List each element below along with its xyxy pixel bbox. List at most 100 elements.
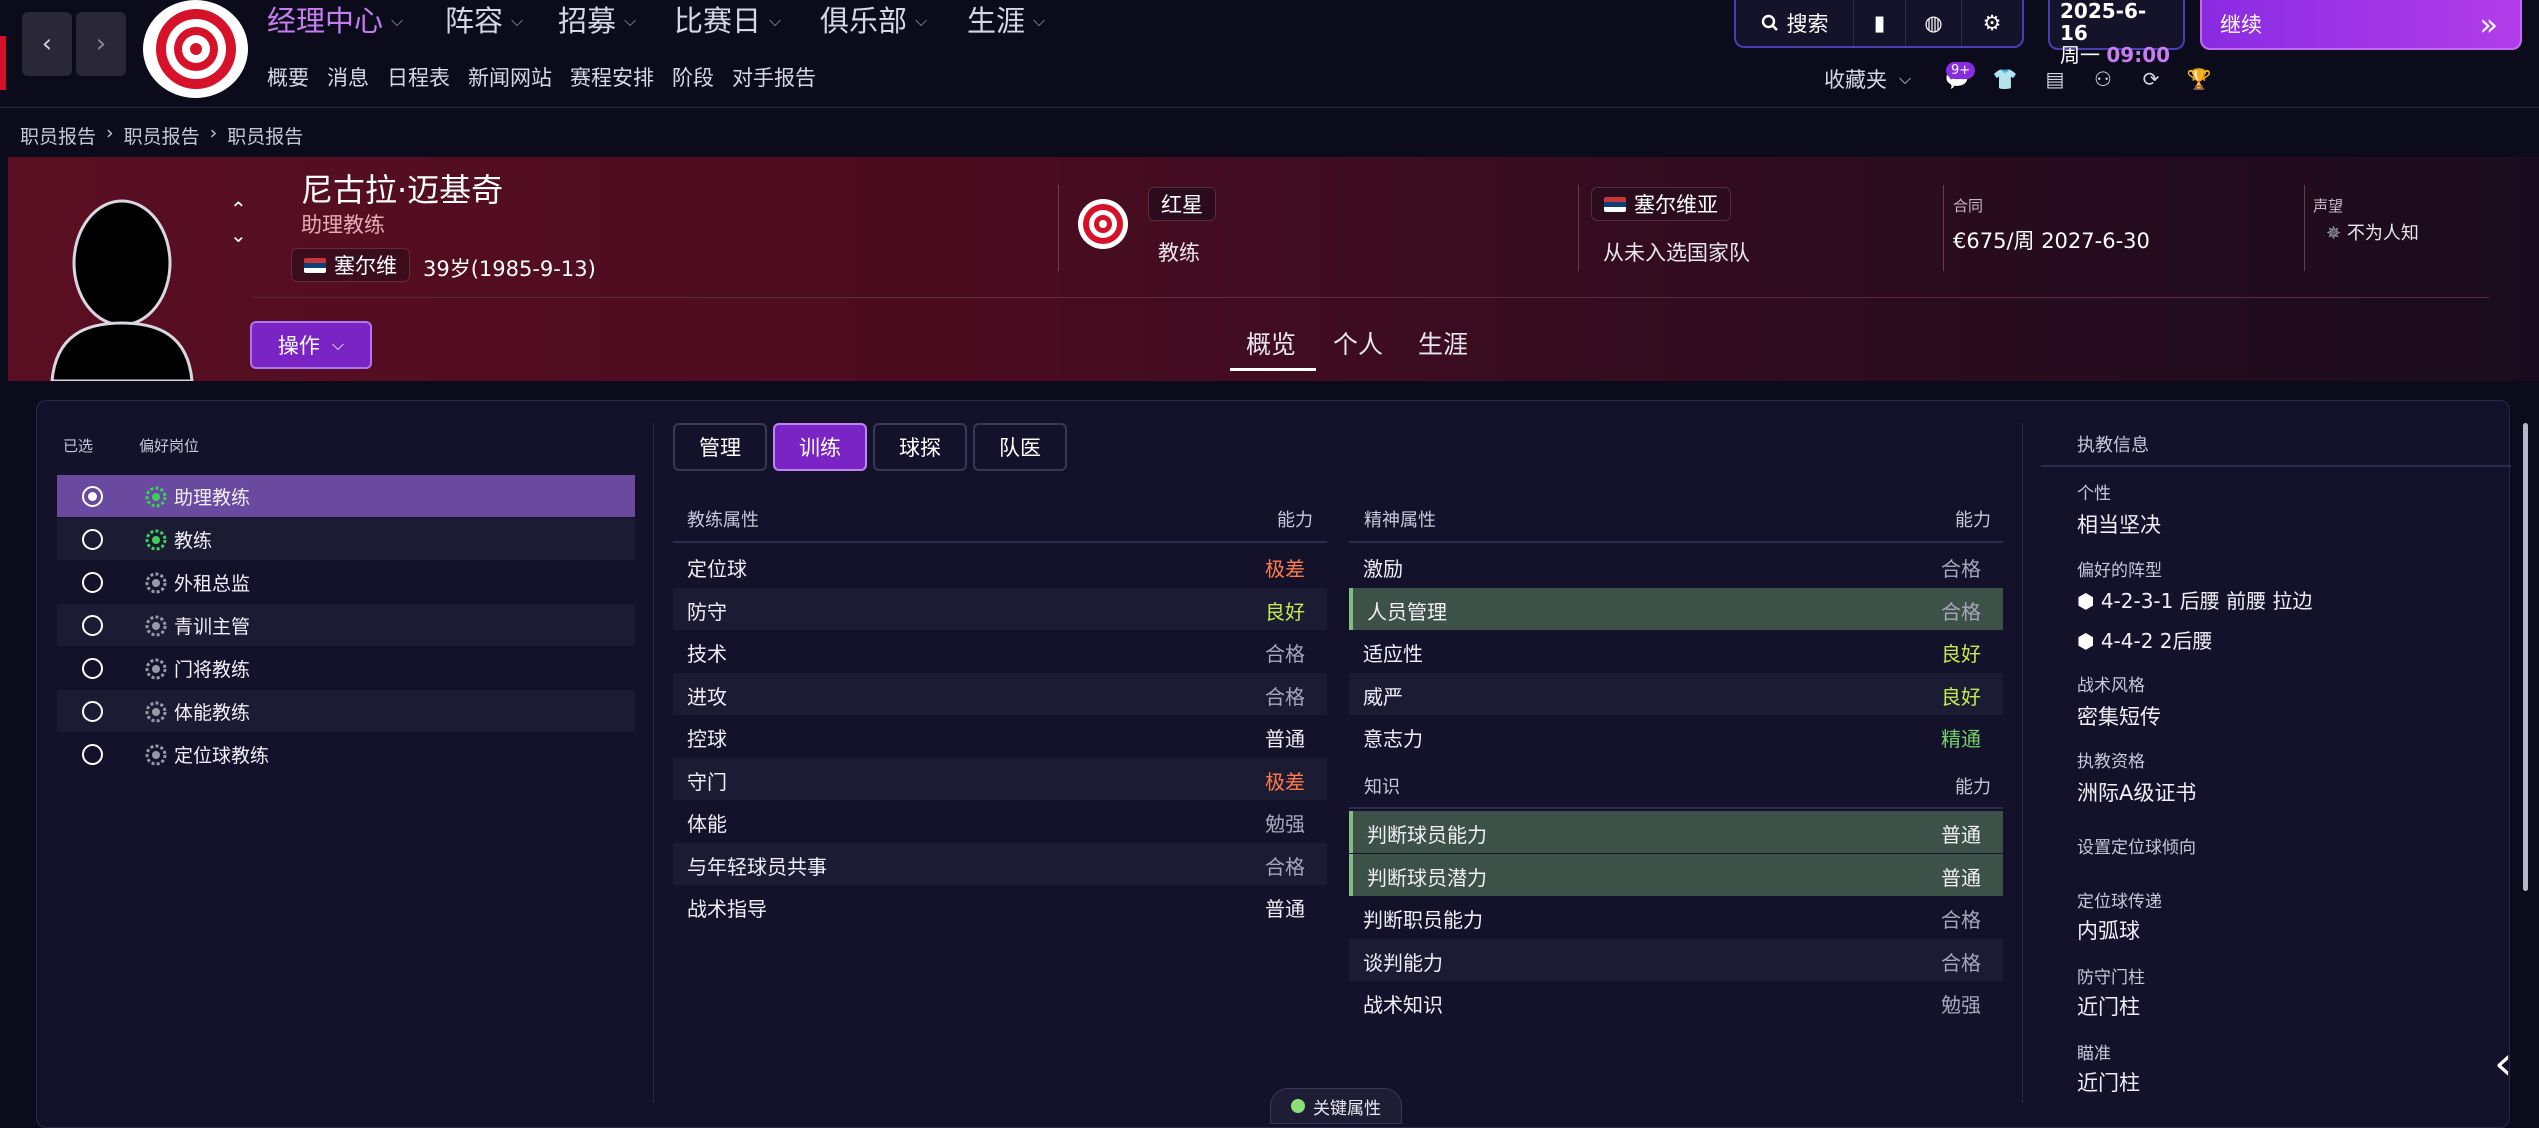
header-line [2041, 465, 2511, 467]
attribute-row[interactable]: 意志力 精通 [1349, 715, 2003, 757]
nav-label: 经理中心 [267, 4, 384, 38]
club-badge[interactable] [1078, 199, 1128, 249]
settings-button[interactable]: ⚙ [1962, 0, 2022, 46]
key-attributes-label: 关键属性 [1313, 1098, 1381, 1119]
attribute-row[interactable]: 定位球 极差 [673, 545, 1327, 587]
actions-button[interactable]: 操作 ⌵ [250, 321, 372, 369]
club-chip[interactable]: 红星 [1148, 187, 1216, 221]
attribute-rating: 勉强 [1941, 993, 1981, 1017]
subnav-inbox[interactable]: 消息 [327, 62, 369, 92]
radio-button[interactable] [82, 529, 103, 550]
attribute-name: 守门 [687, 769, 727, 794]
attribute-row[interactable]: 战术知识 勉强 [1349, 981, 2003, 1023]
position-label: 助理教练 [174, 486, 251, 509]
attribute-row[interactable]: 体能 勉强 [673, 800, 1327, 842]
nav-recruitment[interactable]: 招募 ⌵ [558, 0, 636, 38]
tab-personal[interactable]: 个人 [1333, 325, 1383, 361]
actions-label: 操作 [277, 334, 320, 358]
game-date[interactable]: 2025-6-16 周一 09:00 [2048, 0, 2185, 66]
radio-button[interactable] [82, 701, 103, 722]
attribute-row[interactable]: 判断球员潜力 普通 [1349, 853, 2003, 896]
chevron-down-icon: ⌵ [624, 11, 637, 30]
notes-button[interactable]: ▤ [2040, 64, 2070, 94]
attribute-row[interactable]: 威严 良好 [1349, 672, 2003, 715]
search-button[interactable]: 搜索 [1736, 0, 1854, 46]
staff-button[interactable]: ⚇ [2088, 64, 2118, 94]
favorites-menu[interactable]: 收藏夹 ⌵ [1824, 64, 1911, 94]
chevron-left-icon: ‹ [41, 29, 53, 59]
attribute-rating: 合格 [1265, 642, 1305, 666]
radio-button[interactable] [82, 572, 103, 593]
header-divider [2304, 185, 2305, 271]
tab-overview[interactable]: 概览 [1246, 325, 1296, 361]
subtab-scouting[interactable]: 球探 [873, 423, 967, 471]
attribute-row[interactable]: 判断球员能力 普通 [1349, 811, 2003, 853]
nav-matchday[interactable]: 比赛日 ⌵ [674, 0, 781, 38]
position-rating-icon [145, 572, 167, 594]
attribute-row[interactable]: 战术指导 普通 [673, 885, 1327, 927]
globe-button[interactable]: ◍ [1906, 0, 1962, 46]
attribute-row[interactable]: 与年轻球员共事 合格 [673, 842, 1327, 885]
nav-club[interactable]: 俱乐部 ⌵ [820, 0, 927, 38]
subtab-management[interactable]: 管理 [673, 423, 767, 471]
breadcrumb-item[interactable]: 职员报告 [227, 122, 303, 149]
attribute-row[interactable]: 谈判能力 合格 [1349, 938, 2003, 981]
scrollbar[interactable] [2523, 423, 2528, 891]
club-logo[interactable] [143, 0, 248, 98]
chevron-down-icon[interactable]: ⌄ [230, 223, 247, 247]
subnav-stages[interactable]: 阶段 [672, 62, 714, 92]
collapse-chevron-icon[interactable]: ‹ [2494, 1036, 2512, 1090]
nav-label: 阵容 [445, 4, 504, 38]
attribute-row[interactable]: 防守 良好 [673, 587, 1327, 630]
position-row[interactable]: 定位球教练 [57, 733, 635, 775]
back-button[interactable]: ‹ [22, 12, 72, 76]
nav-manager-center[interactable]: 经理中心 ⌵ [267, 0, 403, 38]
attribute-row[interactable]: 适应性 良好 [1349, 630, 2003, 672]
forward-button[interactable]: › [76, 12, 126, 76]
continue-button[interactable]: 继续 » [2200, 0, 2522, 50]
attribute-row[interactable]: 进攻 合格 [673, 672, 1327, 715]
subnav-opposition-report[interactable]: 对手报告 [732, 62, 816, 92]
radio-button[interactable] [82, 615, 103, 636]
key-attributes-toggle[interactable]: 关键属性 [1270, 1088, 1402, 1124]
breadcrumb-item[interactable]: 职员报告 [124, 122, 200, 149]
attribute-row[interactable]: 控球 普通 [673, 715, 1327, 757]
radio-button[interactable] [82, 744, 103, 765]
position-rating-icon [145, 701, 167, 723]
subnav-overview[interactable]: 概要 [267, 62, 309, 92]
breadcrumb-item[interactable]: 职员报告 [20, 122, 96, 149]
contract-value: €675/周 2027-6-30 [1953, 229, 2150, 253]
subnav-calendar[interactable]: 日程表 [387, 62, 450, 92]
search-toolbar: 搜索 ▮ ◍ ⚙ [1734, 0, 2024, 48]
nationality-chip[interactable]: 塞尔维 [291, 248, 410, 282]
refresh-button[interactable]: ⟳ [2136, 64, 2166, 94]
national-team-chip[interactable]: 塞尔维亚 [1591, 187, 1731, 221]
subnav-news[interactable]: 新闻网站 [468, 62, 552, 92]
attribute-row[interactable]: 激励 合格 [1349, 545, 2003, 587]
radio-button[interactable] [82, 658, 103, 679]
position-row[interactable]: 教练 [57, 518, 635, 560]
position-row[interactable]: 体能教练 [57, 690, 635, 732]
attribute-row[interactable]: 守门 极差 [673, 757, 1327, 800]
position-row[interactable]: 青训主管 [57, 604, 635, 646]
position-row[interactable]: 助理教练 [57, 475, 635, 517]
attribute-row[interactable]: 判断职员能力 合格 [1349, 896, 2003, 938]
attribute-row[interactable]: 人员管理 合格 [1349, 587, 2003, 630]
subtab-medical[interactable]: 队医 [973, 423, 1067, 471]
formation-text: 4-4-2 2后腰 [2100, 629, 2213, 653]
position-row[interactable]: 外租总监 [57, 561, 635, 603]
tab-career[interactable]: 生涯 [1418, 325, 1468, 361]
subtab-training[interactable]: 训练 [773, 423, 867, 471]
chevron-up-icon[interactable]: ⌃ [230, 197, 247, 221]
radio-button[interactable] [82, 486, 103, 507]
nav-label: 生涯 [967, 4, 1026, 38]
nav-career[interactable]: 生涯 ⌵ [967, 0, 1045, 38]
kit-button[interactable]: 👕 [1990, 64, 2020, 94]
bookmark-button[interactable]: ▮ [1854, 0, 1906, 46]
position-rating-icon [145, 744, 167, 766]
nav-squad[interactable]: 阵容 ⌵ [445, 0, 523, 38]
trophy-button[interactable]: 🏆 [2184, 64, 2214, 94]
subnav-fixtures[interactable]: 赛程安排 [570, 62, 654, 92]
position-row[interactable]: 门将教练 [57, 647, 635, 689]
attribute-row[interactable]: 技术 合格 [673, 630, 1327, 672]
